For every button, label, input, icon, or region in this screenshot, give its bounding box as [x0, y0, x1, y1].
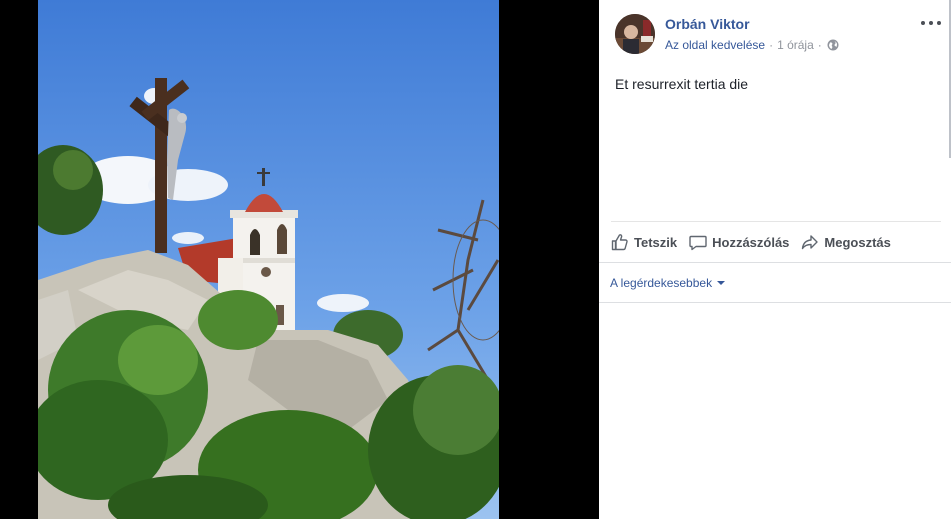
comment-sort-dropdown[interactable]: A legérdekesebbek	[610, 276, 726, 290]
post-meta: Az oldal kedvelése · 1 órája ·	[665, 38, 839, 52]
more-options-icon[interactable]	[921, 15, 941, 31]
post-timestamp[interactable]: 1 órája	[777, 38, 814, 52]
share-label: Megosztás	[824, 234, 891, 250]
comment-button[interactable]: Hozzászólás	[689, 233, 789, 251]
like-page-link[interactable]: Az oldal kedvelése	[665, 38, 765, 52]
post-text: Et resurrexit tertia die	[615, 76, 749, 92]
photo-viewer	[0, 0, 599, 519]
like-label: Tetszik	[634, 234, 678, 250]
page-name-link[interactable]: Orbán Viktor	[665, 16, 750, 32]
chevron-down-icon	[717, 281, 726, 285]
post-photo[interactable]	[38, 0, 499, 519]
post-header: Orbán Viktor Az oldal kedvelése · 1 óráj…	[599, 0, 951, 64]
thumbs-up-icon	[611, 234, 628, 251]
meta-separator: ·	[769, 38, 774, 52]
comment-label: Hozzászólás	[712, 234, 790, 250]
post-sidebar: Orbán Viktor Az oldal kedvelése · 1 óráj…	[599, 0, 951, 519]
share-icon	[802, 235, 819, 250]
like-button[interactable]: Tetszik	[611, 233, 677, 251]
comment-icon	[689, 235, 707, 251]
comments-sort-bar: A legérdekesebbek	[599, 262, 951, 303]
post-actions: Tetszik Hozzászólás Megosztás	[611, 221, 941, 262]
comment-sort-label: A legérdekesebbek	[610, 276, 713, 290]
meta-separator-2: ·	[817, 38, 822, 52]
globe-icon[interactable]	[827, 39, 839, 51]
avatar[interactable]	[615, 14, 655, 54]
share-button[interactable]: Megosztás	[801, 233, 891, 251]
